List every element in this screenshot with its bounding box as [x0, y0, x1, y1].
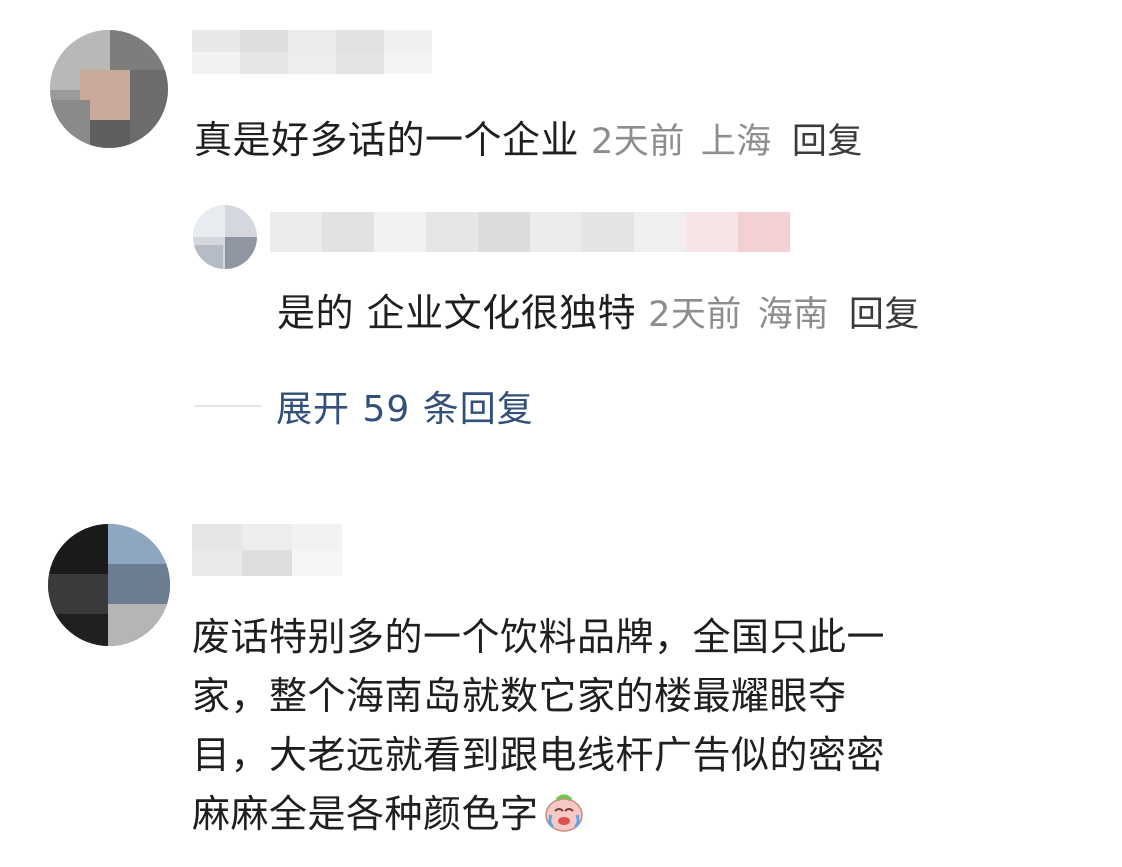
avatar[interactable] [48, 524, 170, 646]
comment-body: 真是好多话的一个企业 [194, 118, 580, 162]
comment-line: 废话特别多的一个饮料品牌，全国只此一 [192, 615, 886, 659]
reply-reply-button[interactable]: 回复 [849, 295, 920, 335]
expand-divider [194, 405, 262, 407]
reply-username-blurred[interactable] [270, 212, 790, 252]
reply-time: 2天前 [648, 295, 742, 335]
expand-replies[interactable]: 展开 59 条回复 [194, 380, 534, 432]
comment-time: 2天前 [591, 122, 685, 162]
comment-line-last: 麻麻全是各种颜色字 [192, 785, 885, 844]
comment-text: 废话特别多的一个饮料品牌，全国只此一 家，整个海南岛就数它家的楼最耀眼夺 目，大… [192, 608, 885, 844]
username-blurred[interactable] [192, 524, 342, 576]
reply-body: 是的 企业文化很独特 [277, 291, 637, 335]
comment-line: 目，大老远就看到跟电线杆广告似的密密 [192, 733, 886, 777]
reply-avatar[interactable] [193, 205, 257, 269]
comment-line: 麻麻全是各种颜色字 [192, 792, 539, 836]
expand-replies-label[interactable]: 展开 59 条回复 [276, 380, 534, 432]
username-blurred[interactable] [192, 30, 432, 74]
comment-location: 上海 [700, 122, 772, 162]
reply-button[interactable]: 回复 [792, 122, 863, 162]
reply-location: 海南 [757, 295, 829, 335]
crying-laughing-emoji [543, 791, 583, 832]
comment-text: 真是好多话的一个企业 2天前 上海 回复 [194, 115, 863, 167]
comment-line: 家，整个海南岛就数它家的楼最耀眼夺 [192, 674, 847, 718]
avatar[interactable] [50, 30, 168, 148]
reply-text: 是的 企业文化很独特 2天前 海南 回复 [277, 288, 920, 340]
